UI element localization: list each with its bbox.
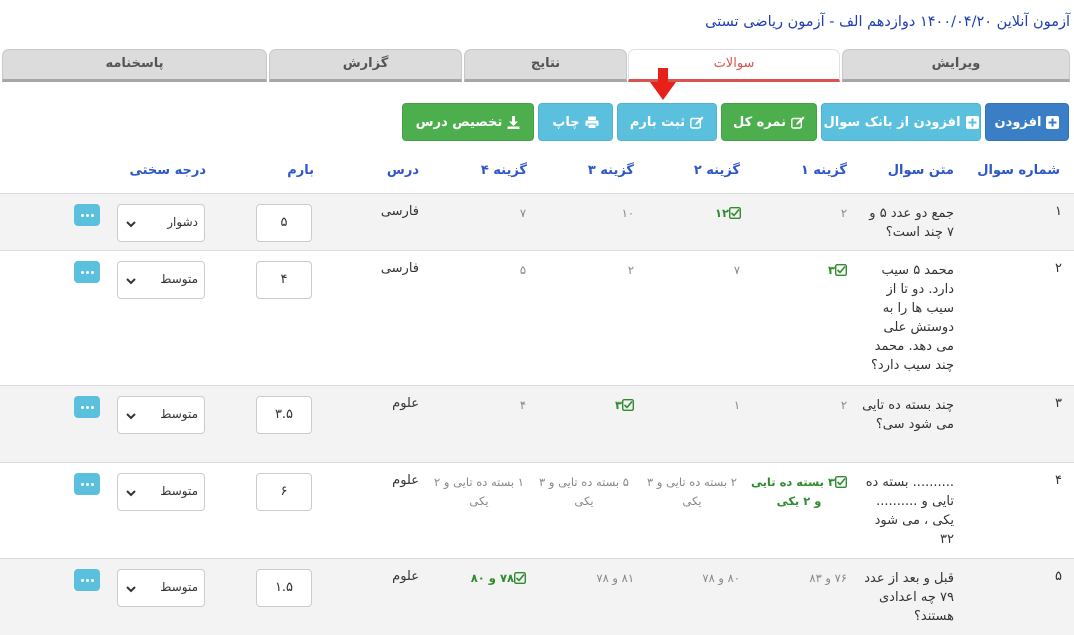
col-opt3-header: گزینه ۳ <box>587 163 634 178</box>
difficulty-select[interactable]: متوسط <box>117 261 205 299</box>
chevron-down-icon <box>126 278 136 285</box>
option-3: ۱۰ <box>621 206 634 220</box>
toolbar: افزودن افزودن از بانک سوال نمره کل ثبت ب… <box>0 103 1074 143</box>
option-2: ۷ <box>733 263 740 277</box>
option-1: ۲ <box>840 398 847 412</box>
table-row: ۱ جمع دو عدد ۵ و ۷ چند است؟ ۲ ۱۲ ۱۰ ۷ فا… <box>0 193 1074 250</box>
col-opt1-header: گزینه ۱ <box>800 163 847 178</box>
option-2: ۸۰ و ۷۸ <box>702 571 740 585</box>
option-1: ۲ <box>840 206 847 220</box>
add-from-bank-button[interactable]: افزودن از بانک سوال <box>821 103 981 141</box>
check-square-icon <box>622 399 634 411</box>
question-text: جمع دو عدد ۵ و ۷ چند است؟ <box>869 206 954 240</box>
difficulty-select[interactable]: متوسط <box>117 396 205 434</box>
more-actions-button[interactable] <box>74 204 100 226</box>
question-number: ۵ <box>1055 569 1062 584</box>
course-name: علوم <box>392 473 419 488</box>
table-row: ۵ قبل و بعد از عدد ۷۹ چه اعدادی هستند؟ ۷… <box>0 558 1074 635</box>
question-text: .......... بسته ده تایی و .......... یکی… <box>865 475 954 547</box>
more-actions-button[interactable] <box>74 261 100 283</box>
table-row: ۴ .......... بسته ده تایی و .......... ی… <box>0 462 1074 558</box>
tab-bar: ویرایش سوالات نتایج گزارش پاسخنامه <box>0 47 1074 83</box>
print-icon <box>585 116 599 129</box>
more-actions-button[interactable] <box>74 473 100 495</box>
plus-square-icon <box>1046 115 1060 129</box>
table-header: شماره سوال متن سوال گزینه ۱ گزینه ۲ گزین… <box>0 163 1074 183</box>
difficulty-select[interactable]: دشوار <box>117 204 205 242</box>
plus-square-icon <box>965 115 979 129</box>
question-number: ۲ <box>1055 261 1062 276</box>
question-text: قبل و بعد از عدد ۷۹ چه اعدادی هستند؟ <box>864 571 954 624</box>
question-number: ۳ <box>1055 396 1062 411</box>
print-button[interactable]: چاپ <box>538 103 613 141</box>
score-input[interactable]: ۴ <box>256 261 312 299</box>
table-row: ۳ چند بسته ده تایی می شود سی؟ ۲ ۱ ۳ ۴ عل… <box>0 385 1074 462</box>
check-square-icon <box>729 207 741 219</box>
option-4: ۱ بسته ده تایی و ۲ یکی <box>434 475 524 508</box>
course-name: علوم <box>392 569 419 584</box>
course-name: فارسی <box>380 204 419 219</box>
score-input[interactable]: ۶ <box>256 473 312 511</box>
option-1: ۳ بسته ده تایی و ۲ یکی <box>751 473 847 511</box>
option-2: ۲ بسته ده تایی و ۳ یکی <box>647 475 737 508</box>
difficulty-select[interactable]: متوسط <box>117 473 205 511</box>
score-input[interactable]: ۳.۵ <box>256 396 312 434</box>
option-2: ۱۲ <box>715 204 741 223</box>
col-course-header: درس <box>386 163 419 178</box>
more-actions-button[interactable] <box>74 396 100 418</box>
option-3: ۸۱ و ۷۸ <box>596 571 634 585</box>
page-title: آزمون آنلاین ۱۴۰۰/۰۴/۲۰ دوازدهم الف - آز… <box>705 14 1070 30</box>
question-number: ۱ <box>1055 204 1062 219</box>
col-score-header: بارم <box>287 163 314 178</box>
score-input[interactable]: ۱.۵ <box>256 569 312 607</box>
col-opt2-header: گزینه ۲ <box>693 163 740 178</box>
option-3: ۳ <box>615 396 634 415</box>
option-4: ۵ <box>519 263 526 277</box>
question-text: محمد ۵ سیب دارد. دو تا از سیب ها را به د… <box>871 263 954 373</box>
score-input[interactable]: ۵ <box>256 204 312 242</box>
red-arrow-annotation <box>650 68 676 100</box>
option-3: ۵ بسته ده تایی و ۳ یکی <box>539 475 629 508</box>
option-4: ۴ <box>519 398 526 412</box>
option-4: ۷ <box>519 206 526 220</box>
option-4: ۷۸ و ۸۰ <box>471 569 526 588</box>
table-row: ۲ محمد ۵ سیب دارد. دو تا از سیب ها را به… <box>0 250 1074 385</box>
edit-icon <box>791 116 805 129</box>
chevron-down-icon <box>126 586 136 593</box>
question-number: ۴ <box>1055 473 1062 488</box>
edit-icon <box>690 116 704 129</box>
difficulty-select[interactable]: متوسط <box>117 569 205 607</box>
col-number-header: شماره سوال <box>977 163 1060 178</box>
check-square-icon <box>835 264 847 276</box>
check-square-icon <box>514 572 526 584</box>
question-text: چند بسته ده تایی می شود سی؟ <box>862 398 954 432</box>
chevron-down-icon <box>126 221 136 228</box>
tab-report[interactable]: گزارش <box>269 49 462 82</box>
add-button[interactable]: افزودن <box>985 103 1069 141</box>
course-name: علوم <box>392 396 419 411</box>
col-opt4-header: گزینه ۴ <box>480 163 527 178</box>
more-actions-button[interactable] <box>74 569 100 591</box>
check-square-icon <box>835 476 847 488</box>
option-2: ۱ <box>733 398 740 412</box>
chevron-down-icon <box>126 490 136 497</box>
col-difficulty-header: درجه سختی <box>129 163 206 178</box>
download-icon <box>507 115 520 129</box>
tab-answer-sheet[interactable]: پاسخنامه <box>2 49 267 82</box>
assign-course-button[interactable]: تخصیص درس <box>402 103 534 141</box>
option-3: ۲ <box>627 263 634 277</box>
total-score-button[interactable]: نمره کل <box>721 103 817 141</box>
tab-edit[interactable]: ویرایش <box>842 49 1070 82</box>
course-name: فارسی <box>380 261 419 276</box>
option-1: ۳ <box>828 261 847 280</box>
col-text-header: متن سوال <box>887 163 954 178</box>
tab-results[interactable]: نتایج <box>464 49 627 82</box>
chevron-down-icon <box>126 413 136 420</box>
option-1: ۷۶ و ۸۳ <box>809 571 847 585</box>
set-score-button[interactable]: ثبت بارم <box>617 103 717 141</box>
